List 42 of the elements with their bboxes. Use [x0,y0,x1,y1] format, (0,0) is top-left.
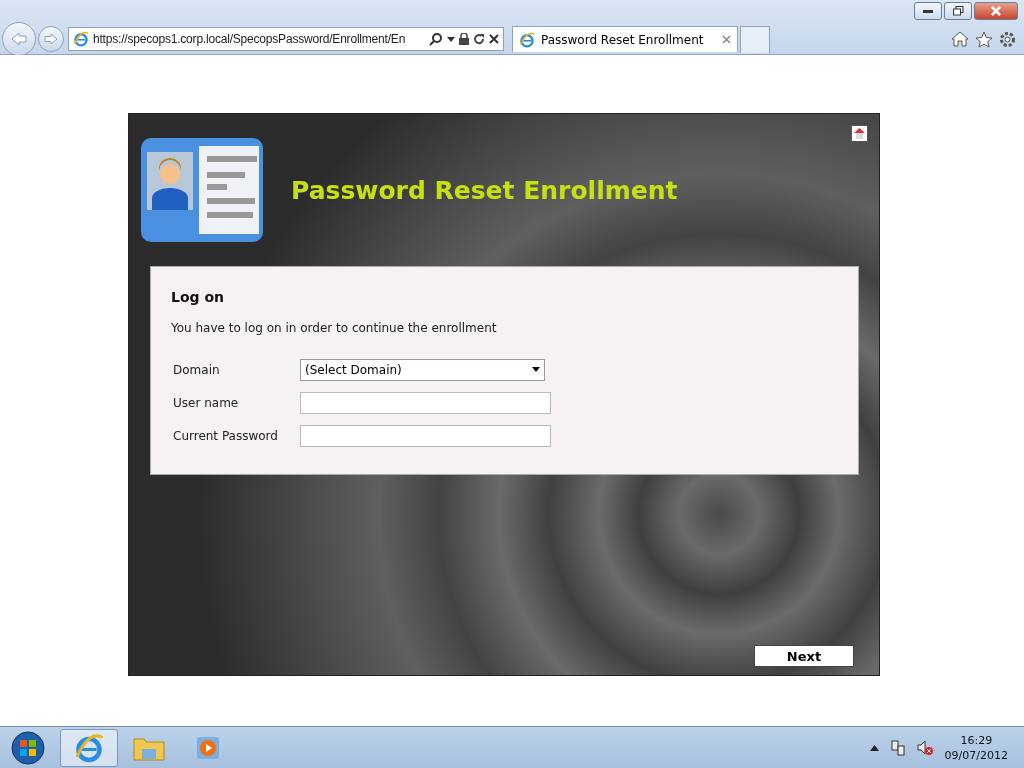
home-icon[interactable] [951,30,969,47]
browser-tab[interactable]: Password Reset Enrollment [512,26,738,52]
browser-icon [73,31,89,47]
caret-icon [532,367,540,372]
clock[interactable]: 16:29 09/07/2012 [944,732,1008,763]
instruction-text: You have to log on in order to continue the enrollment [171,321,498,335]
minimize-button[interactable] [914,2,942,20]
dropdown-icon[interactable] [447,36,455,42]
close-icon[interactable] [722,35,731,44]
input-field[interactable] [300,391,551,414]
media-player-icon [196,734,222,761]
domain-select[interactable]: (Select Domain) [300,358,545,381]
contact-card-icon [139,136,265,244]
restore-icon [952,6,964,16]
browser-icon [74,732,104,763]
section-heading: Log on [171,289,226,305]
network-icon[interactable] [890,739,905,756]
close-button[interactable] [974,2,1018,20]
lock-icon[interactable] [459,33,469,45]
back-arrow-icon [11,32,27,46]
field-label: Domain [172,362,221,377]
password-field[interactable] [300,424,551,447]
settings-icon[interactable] [999,30,1016,48]
browser-icon [519,31,535,48]
address-bar[interactable]: https://specops1.corp.local/SpecopsPassword/Enrollment/En [68,27,504,51]
close-icon [991,6,1001,16]
refresh-icon[interactable] [473,33,485,45]
show-hidden-icons[interactable] [869,744,879,751]
muted-speaker-icon[interactable] [916,739,933,756]
taskbar-browser-button[interactable] [60,728,118,767]
minimize-icon [923,9,933,13]
start-orb-icon [11,730,45,765]
search-icon[interactable] [429,32,443,46]
forward-arrow-icon [44,33,58,45]
page-title: Password Reset Enrollment [291,175,678,205]
field-label: User name [172,395,240,410]
stop-icon[interactable] [489,34,499,44]
home-icon[interactable] [851,125,868,142]
restore-button[interactable] [944,2,972,20]
field-label: Current Password [172,428,279,443]
star-icon[interactable] [975,30,993,48]
next-button[interactable]: Next [754,645,854,667]
